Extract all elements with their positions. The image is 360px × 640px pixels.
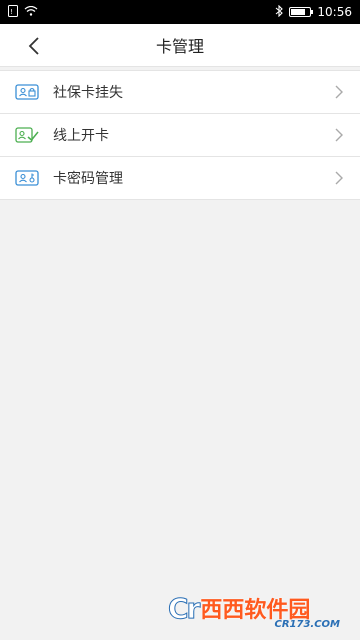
chevron-right-icon xyxy=(335,171,343,185)
menu-item-card-loss[interactable]: 社保卡挂失 xyxy=(0,71,360,114)
chevron-left-icon xyxy=(28,37,39,55)
menu-item-label: 社保卡挂失 xyxy=(53,85,123,101)
chevron-right-icon xyxy=(335,128,343,142)
menu-item-online-open[interactable]: 线上开卡 xyxy=(0,114,360,157)
battery-level xyxy=(291,9,305,15)
menu-item-password-manage[interactable]: 卡密码管理 xyxy=(0,157,360,200)
watermark-url: CR173.COM xyxy=(274,619,340,630)
card-key-icon xyxy=(15,170,39,186)
watermark: Cr 西西软件园 CR173.COM xyxy=(167,588,348,630)
header-bar: 卡管理 xyxy=(0,24,360,67)
back-button[interactable] xyxy=(20,32,48,60)
menu-item-label: 卡密码管理 xyxy=(53,171,123,187)
wifi-icon xyxy=(24,5,38,19)
sim-icon: ! xyxy=(8,4,18,20)
bluetooth-icon xyxy=(275,4,284,20)
status-time: 10:56 xyxy=(317,5,352,19)
page-title: 卡管理 xyxy=(155,37,204,56)
battery-icon xyxy=(289,7,314,17)
svg-text:!: ! xyxy=(10,8,13,16)
chevron-right-icon xyxy=(335,85,343,99)
menu-item-label: 线上开卡 xyxy=(53,128,109,144)
menu-list: 社保卡挂失 线上开卡 卡密码管理 xyxy=(0,70,360,200)
status-bar: ! 10:56 xyxy=(0,0,360,24)
card-lock-icon xyxy=(15,84,39,100)
watermark-logo-icon: Cr xyxy=(167,591,200,625)
card-check-icon xyxy=(15,127,39,143)
